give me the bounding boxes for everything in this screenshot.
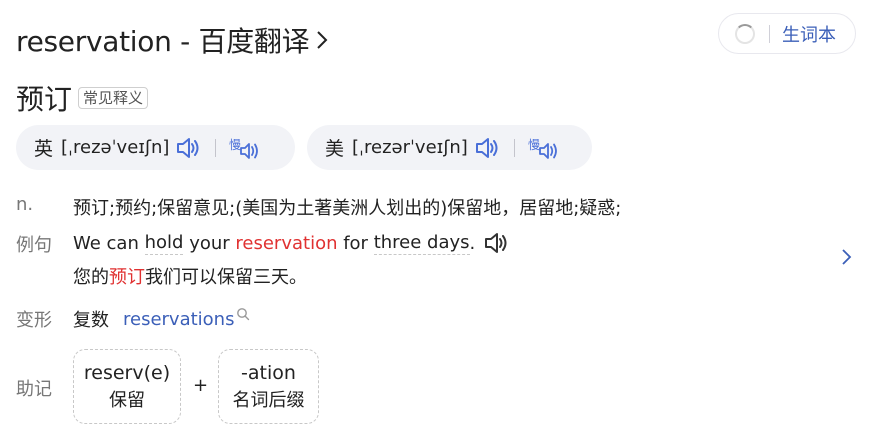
pronunciation-us: 美 [ˌrezərˈveɪʃn] 慢 bbox=[307, 125, 592, 170]
headword-row: 预订 常见释义 bbox=[16, 78, 149, 118]
part-of-speech-label: n. bbox=[16, 194, 34, 215]
chevron-right-icon[interactable] bbox=[841, 247, 853, 267]
speaker-icon[interactable] bbox=[175, 136, 201, 160]
chevron-right-icon bbox=[317, 31, 328, 49]
morpheme-part: -ation bbox=[241, 361, 296, 384]
example-sentence-zh: 您的预订我们可以保留三天。 bbox=[73, 263, 307, 289]
example-text: for bbox=[337, 232, 374, 254]
add-to-wordbook-button[interactable]: 生词本 bbox=[718, 13, 856, 54]
example-text: We can bbox=[73, 232, 145, 254]
example-zh-text: 您的 bbox=[73, 267, 109, 288]
search-icon[interactable] bbox=[236, 307, 250, 321]
pronunciation-ipa-uk: [ˌrezəˈveɪʃn] bbox=[61, 137, 170, 158]
example-sentence-en: We can hold your reservation for three d… bbox=[73, 231, 509, 255]
example-label: 例句 bbox=[16, 235, 52, 256]
slow-playback-icon[interactable]: 慢 bbox=[228, 134, 262, 162]
slow-playback-icon[interactable]: 慢 bbox=[527, 134, 561, 162]
example-text: . bbox=[469, 232, 476, 254]
definition-text: 预订;预约;保留意见;(美国为土著美洲人划出的)保留地，居留地;疑惑; bbox=[73, 198, 622, 219]
speaker-icon[interactable] bbox=[474, 136, 500, 160]
pronunciation-region-uk: 英 bbox=[34, 138, 54, 160]
word-forms: 复数 reservations bbox=[73, 306, 250, 332]
morpheme-meaning: 名词后缀 bbox=[232, 389, 305, 411]
button-divider bbox=[769, 24, 770, 43]
mnemonic-label: 助记 bbox=[16, 379, 52, 400]
loading-spinner-icon bbox=[735, 23, 755, 44]
example-highlight-word: reservation bbox=[235, 232, 338, 254]
wordbook-label: 生词本 bbox=[782, 24, 836, 46]
page-title-row[interactable]: reservation - 百度翻译 bbox=[16, 20, 329, 60]
pill-divider bbox=[513, 138, 515, 157]
morpheme-card[interactable]: reserv(e) 保留 bbox=[73, 349, 181, 424]
pill-divider bbox=[215, 138, 217, 157]
example-zh-highlight: 预订 bbox=[109, 267, 145, 288]
example-text: your bbox=[183, 232, 236, 254]
morpheme-part: reserv(e) bbox=[83, 361, 171, 384]
forms-word-link[interactable]: reservations bbox=[123, 309, 234, 330]
pronunciation-ipa-us: [ˌrezərˈveɪʃn] bbox=[352, 137, 468, 158]
plus-sign: + bbox=[193, 375, 209, 396]
headword: 预订 bbox=[16, 83, 73, 116]
forms-label: 变形 bbox=[16, 310, 52, 331]
page-title[interactable]: reservation - 百度翻译 bbox=[16, 20, 310, 60]
morpheme-card[interactable]: -ation 名词后缀 bbox=[218, 349, 319, 424]
pronunciation-region-us: 美 bbox=[325, 138, 345, 160]
forms-type: 复数 bbox=[73, 310, 109, 331]
speaker-icon[interactable] bbox=[483, 231, 509, 255]
pronunciation-uk: 英 [ˌrezəˈveɪʃn] 慢 bbox=[16, 125, 295, 170]
common-meaning-tag: 常见释义 bbox=[78, 87, 149, 109]
svg-text:慢: 慢 bbox=[528, 138, 540, 152]
example-zh-text: 我们可以保留三天。 bbox=[145, 267, 307, 288]
example-word-link[interactable]: three days bbox=[373, 232, 470, 255]
example-word-link[interactable]: hold bbox=[144, 232, 184, 255]
morpheme-meaning: 保留 bbox=[109, 389, 145, 411]
svg-text:慢: 慢 bbox=[229, 138, 241, 152]
